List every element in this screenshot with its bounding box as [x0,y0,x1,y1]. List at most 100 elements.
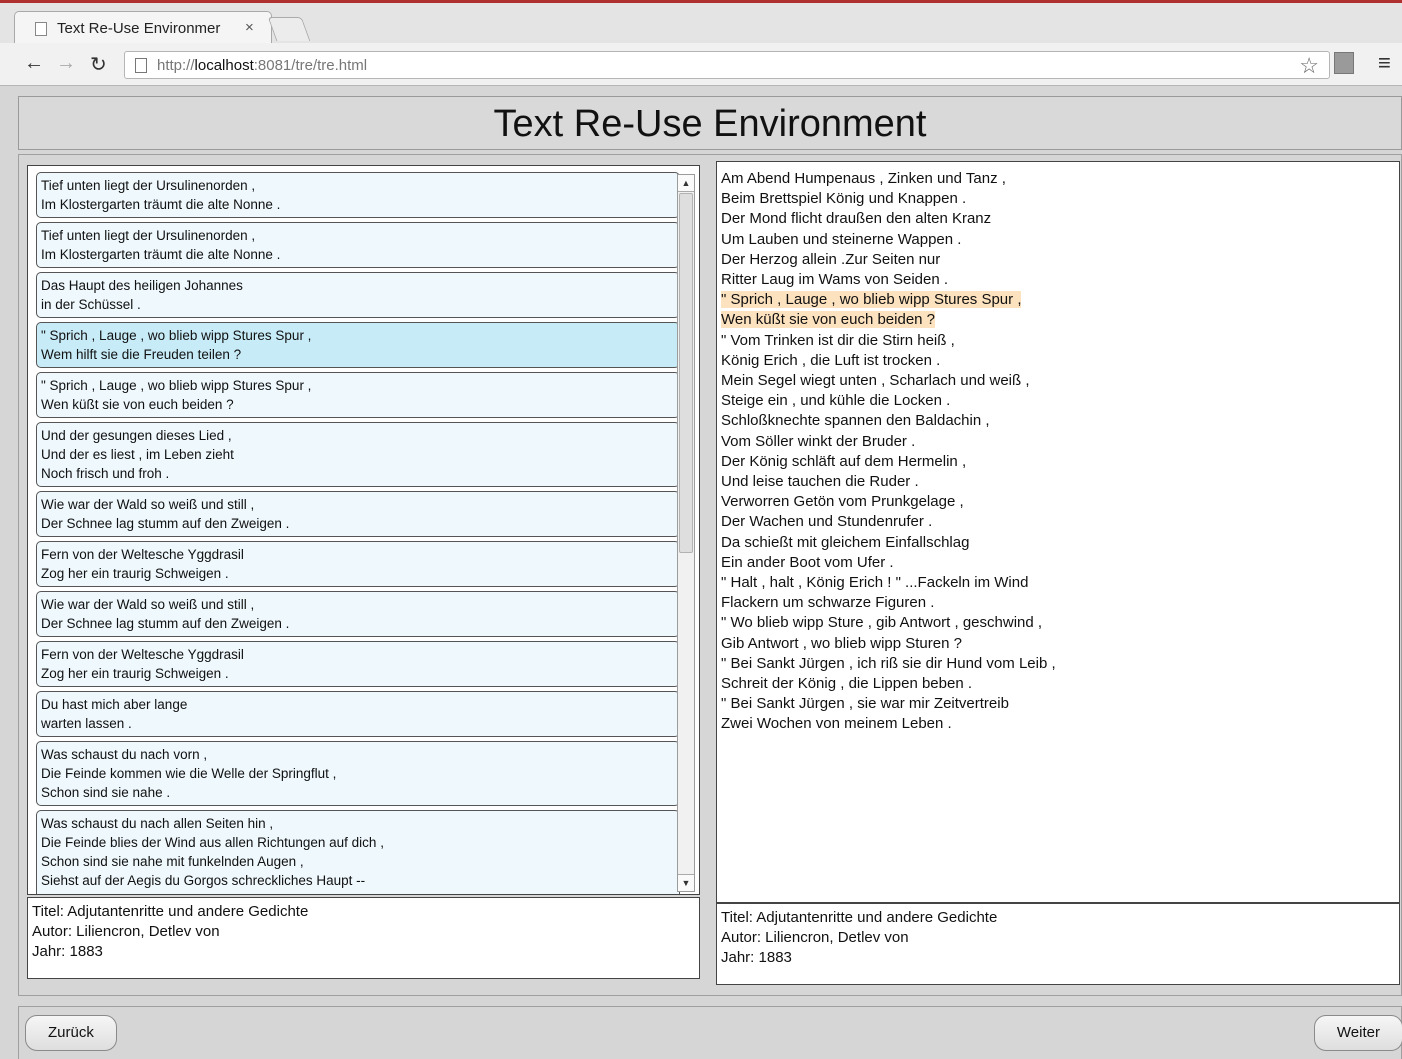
back-button[interactable]: Zurück [25,1015,117,1051]
match-line: Die Feinde kommen wie die Welle der Spri… [41,766,337,781]
match-line: Zog her ein traurig Schweigen . [41,566,229,581]
source-line: Steige ein , und kühle die Locken . [721,392,951,410]
extension-icon[interactable] [1334,52,1354,74]
match-line: Die Feinde blies der Wind aus allen Rich… [41,835,384,850]
match-line: Tief unten liegt der Ursulinenorden , [41,178,256,193]
match-line: Fern von der Weltesche Yggdrasil [41,547,244,562]
match-line: Und der es liest , im Leben zieht [41,447,234,462]
left-metadata: Titel: Adjutantenritte und andere Gedich… [27,897,700,979]
match-line: in der Schüssel . [41,297,141,312]
match-list-item[interactable]: Fern von der Weltesche Yggdrasil Zog her … [36,641,680,687]
source-line: " Bei Sankt Jürgen , ich riß sie dir Hun… [721,654,1056,672]
match-line: warten lassen . [41,716,132,731]
source-line: Ein ander Boot vom Ufer . [721,553,894,571]
match-list-item[interactable]: Was schaust du nach allen Seiten hin , Di… [36,810,680,894]
source-line: " Bei Sankt Jürgen , sie war mir Zeitver… [721,695,1009,713]
source-line: Beim Brettspiel König und Knappen . [721,190,967,208]
tab-title: Text Re-Use Environmer [57,20,221,37]
bookmark-star-icon[interactable]: ☆ [1299,53,1319,79]
match-line: Und kein Ausweg . [41,890,675,894]
match-list-item[interactable]: Das Haupt des heiligen Johannes in der Sc… [36,272,680,318]
page-info-icon[interactable] [135,58,147,73]
browser-chrome: Text Re-Use Environmer × ← → ↻ http://lo… [0,0,1402,86]
match-line: Siehst auf der Aegis du Gorgos schreckli… [41,873,366,888]
match-line: Schon sind sie nahe mit funkelnden Augen… [41,854,304,869]
main-panel: Tief unten liegt der Ursulinenorden , Im … [18,154,1402,996]
match-list-item[interactable]: Fern von der Weltesche Yggdrasil Zog her … [36,541,680,587]
url-text: http://localhost:8081/tre/tre.html [157,57,368,74]
match-list-item[interactable]: Und der gesungen dieses Lied , Und der es… [36,422,680,487]
match-line: Der Schnee lag stumm auf den Zweigen . [41,516,290,531]
footer-bar: Zurück Weiter [18,1006,1402,1059]
highlighted-match: " Sprich , Lauge , wo blieb wipp Stures … [721,291,1022,309]
source-line: Gib Antwort , wo blieb wipp Sturen ? [721,634,962,652]
match-line: Wie war der Wald so weiß und still , [41,597,255,612]
page-header: Text Re-Use Environment [18,96,1402,150]
source-line: Der Mond flicht draußen den alten Kranz [721,210,992,228]
source-line: Der König schläft auf dem Hermelin , [721,452,967,470]
scroll-thumb[interactable] [679,193,693,553]
match-list-item[interactable]: Was schaust du nach vorn , Die Feinde kom… [36,741,680,806]
menu-icon[interactable]: ≡ [1378,50,1391,76]
match-line: Wem hilft sie die Freuden teilen ? [41,347,242,362]
match-list-items: Tief unten liegt der Ursulinenorden , Im … [36,172,680,894]
match-line: Das Haupt des heiligen Johannes [41,278,243,293]
tab-strip: Text Re-Use Environmer × [0,3,1402,43]
match-line: Im Klostergarten träumt die alte Nonne . [41,197,281,212]
match-line: Fern von der Weltesche Yggdrasil [41,647,244,662]
source-line: " Sprich , Lauge , wo blieb wipp Stures … [721,290,1395,310]
source-line: Da schießt mit gleichem Einfallschlag [721,533,970,551]
match-line: " Sprich , Lauge , wo blieb wipp Stures … [41,328,312,343]
match-list-item[interactable]: Wie war der Wald so weiß und still , Der … [36,491,680,537]
source-line: " Wo blieb wipp Sture , gib Antwort , ge… [721,614,1043,632]
left-meta-year: Jahr: 1883 [32,943,103,960]
match-line: Zog her ein traurig Schweigen . [41,666,229,681]
source-line: Und leise tauchen die Ruder . [721,473,919,491]
match-line: Und der gesungen dieses Lied , [41,428,232,443]
match-line: Was schaust du nach vorn , [41,747,208,762]
match-list-item[interactable]: Du hast mich aber lange warten lassen . [36,691,680,737]
right-metadata: Titel: Adjutantenritte und andere Gedich… [716,903,1400,985]
tab-close-icon[interactable]: × [245,19,254,36]
source-line: Mein Segel wiegt unten , Scharlach und w… [721,372,1030,390]
browser-tab[interactable]: Text Re-Use Environmer × [14,11,272,43]
source-line: Vom Söller winkt der Bruder . [721,432,916,450]
reload-icon[interactable]: ↻ [90,52,107,77]
match-line: Schon sind sie nahe . [41,785,171,800]
match-list-item[interactable]: Tief unten liegt der Ursulinenorden , Im … [36,172,680,218]
highlighted-match: Wen küßt sie von euch beiden ? [721,311,936,329]
match-line: Tief unten liegt der Ursulinenorden , [41,228,256,243]
source-line: Flackern um schwarze Figuren . [721,594,935,612]
source-line: Wen küßt sie von euch beiden ? [721,310,1395,330]
scroll-down-icon[interactable]: ▼ [678,874,694,891]
source-line: Schreit der König , die Lippen beben . [721,675,973,693]
source-line: Ritter Laug im Wams von Seiden . [721,271,949,289]
match-list-item[interactable]: " Sprich , Lauge , wo blieb wipp Stures … [36,322,680,368]
match-list-item[interactable]: Wie war der Wald so weiß und still , Der … [36,591,680,637]
page-title: Text Re-Use Environment [493,103,927,145]
next-button[interactable]: Weiter [1313,1015,1402,1051]
source-line: Zwei Wochen von meinem Leben . [721,715,952,733]
address-bar[interactable]: http://localhost:8081/tre/tre.html ☆ [124,51,1330,79]
right-meta-year: Jahr: 1883 [721,949,792,966]
source-line: Der Herzog allein .Zur Seiten nur [721,250,941,268]
back-arrow-icon[interactable]: ← [24,52,44,75]
match-list-item[interactable]: " Sprich , Lauge , wo blieb wipp Stures … [36,372,680,418]
app-root: Text Re-Use Environment Tief unten liegt… [8,86,1402,1059]
match-line: Du hast mich aber lange [41,697,188,712]
source-line: Um Lauben und steinerne Wappen . [721,230,962,248]
scroll-up-icon[interactable]: ▲ [678,175,694,192]
right-meta-author: Autor: Liliencron, Detlev von [721,929,909,946]
match-list-item[interactable]: Tief unten liegt der Ursulinenorden , Im … [36,222,680,268]
forward-arrow-icon[interactable]: → [56,52,76,75]
source-line: König Erich , die Luft ist trocken . [721,351,941,369]
left-meta-title: Titel: Adjutantenritte und andere Gedich… [32,903,309,920]
left-meta-author: Autor: Liliencron, Detlev von [32,923,220,940]
source-text-panel: Am Abend Humpenaus , Zinken und Tanz , Be… [716,161,1400,903]
match-line: Der Schnee lag stumm auf den Zweigen . [41,616,290,631]
match-list[interactable]: Tief unten liegt der Ursulinenorden , Im … [27,165,700,895]
new-tab-button[interactable] [267,17,311,41]
match-line: Wen küßt sie von euch beiden ? [41,397,234,412]
page-icon [35,22,47,36]
scrollbar[interactable]: ▲ ▼ [677,174,695,892]
